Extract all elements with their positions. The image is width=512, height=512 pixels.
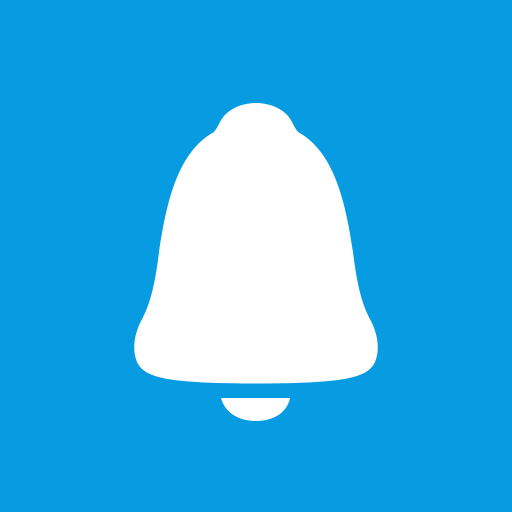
notification-app-icon[interactable]	[0, 0, 512, 512]
bell-icon	[134, 103, 378, 421]
bell-body	[134, 103, 378, 384]
bell-clapper	[221, 398, 290, 421]
